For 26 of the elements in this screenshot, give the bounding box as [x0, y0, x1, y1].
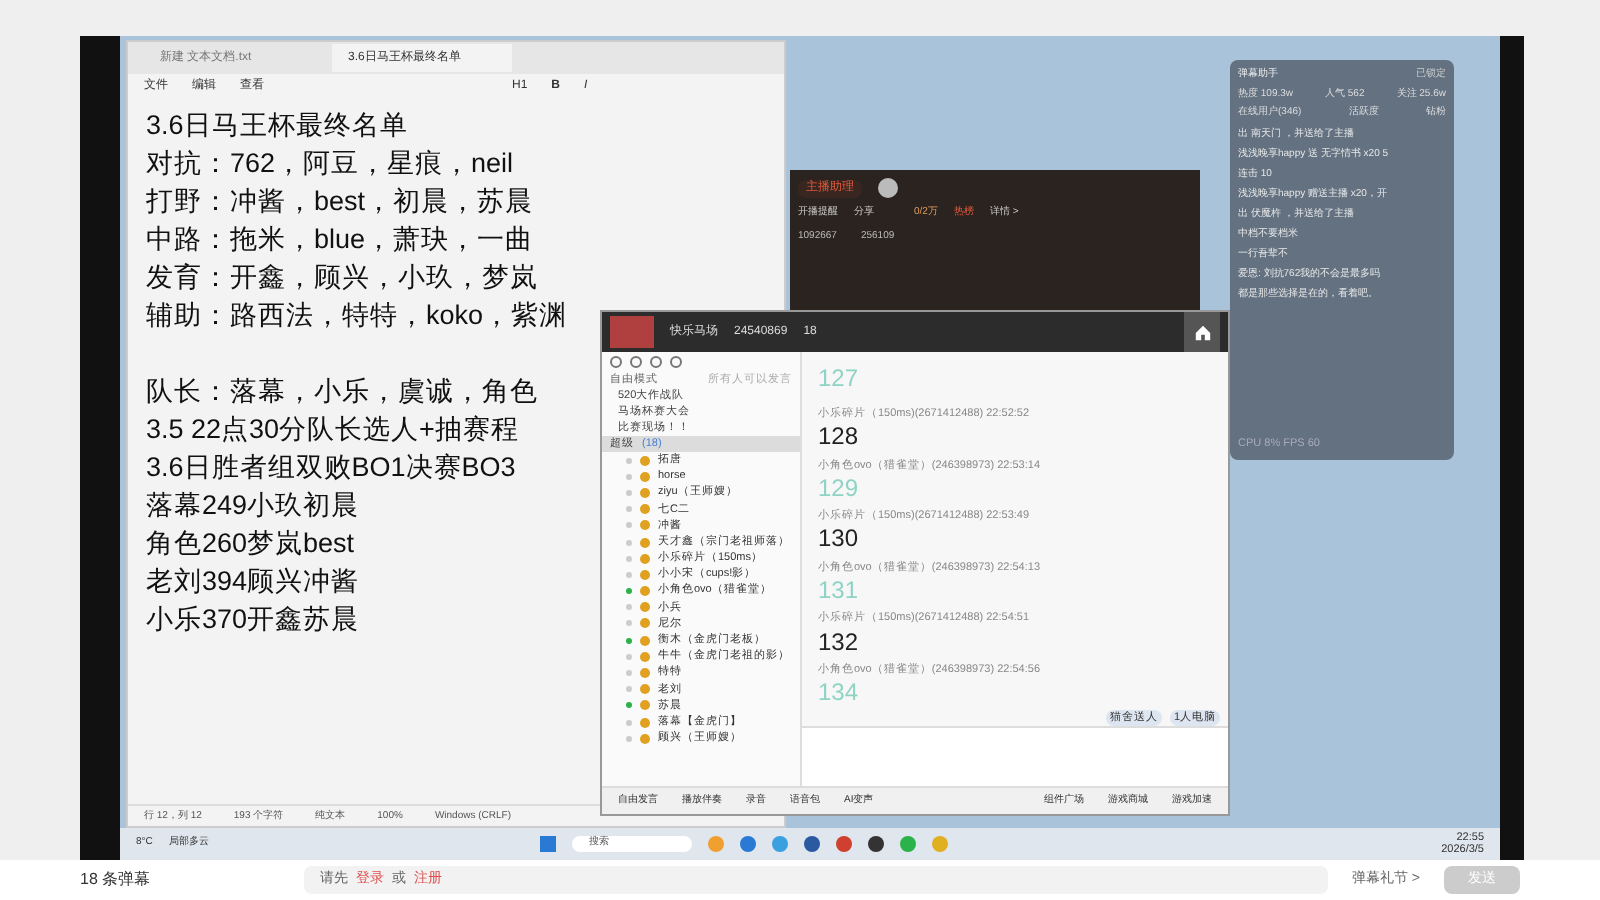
message-text: 127: [818, 363, 859, 392]
start-icon[interactable]: [540, 836, 557, 852]
text-line: 中路：拖米，blue，萧玦，一曲: [146, 222, 534, 258]
text-line: 老刘394顾兴冲酱: [146, 564, 360, 600]
text-line: 队长：落幕，小乐，虞诚，角色: [146, 374, 538, 410]
home-button[interactable]: [1184, 312, 1220, 352]
text-line: 角色260梦岚best: [146, 526, 355, 562]
text-line: 小乐370开鑫苏晨: [146, 602, 360, 638]
text-line: 落幕249小玖初晨: [146, 488, 360, 524]
home-icon: [1193, 323, 1211, 341]
text-line: 对抗：762，阿豆，星痕，neil: [146, 146, 514, 182]
message-text: 128: [818, 422, 859, 451]
message-text: 129: [818, 473, 859, 502]
text-line: 3.6日马王杯最终名单: [146, 108, 408, 144]
avatar-icon: [878, 178, 898, 198]
message-text: 131: [818, 576, 859, 605]
text-line: 打野：冲酱，best，初晨，苏晨: [146, 184, 534, 220]
message-input[interactable]: [802, 726, 1228, 786]
text-line: 3.6日胜者组双败BO1决赛BO3: [146, 450, 516, 486]
text-line: 3.5 22点30分队长选人+抽赛程: [146, 412, 519, 448]
text-line: 辅助：路西法，特特，koko，紫渊: [146, 298, 568, 334]
message-text: 130: [818, 524, 859, 553]
text-line: 发育：开鑫，顾兴，小玖，梦岚: [146, 260, 538, 296]
message-text: 132: [818, 627, 859, 656]
comment-count: 18 条弹幕: [80, 868, 153, 892]
message-text: 134: [818, 678, 859, 707]
